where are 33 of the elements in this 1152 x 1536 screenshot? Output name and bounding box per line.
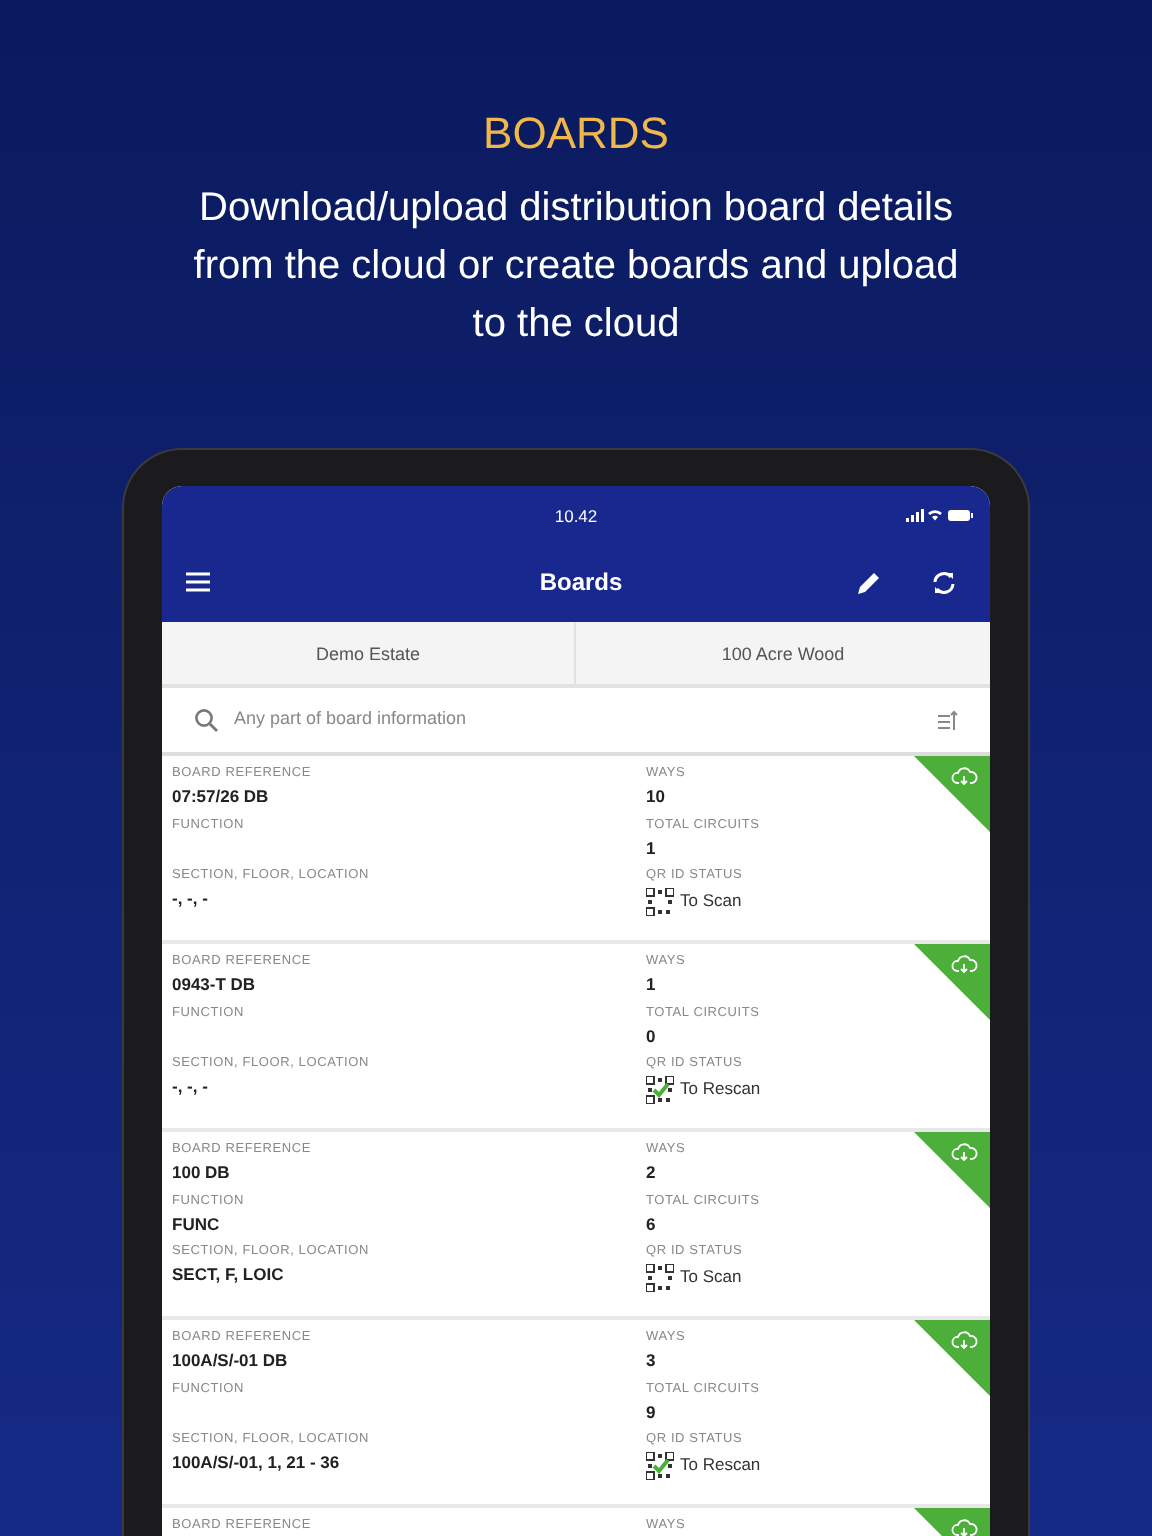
location-tab[interactable]: 100 Acre Wood	[576, 622, 990, 684]
field-value: 10	[646, 784, 667, 810]
field-value: 100A/S/-01, 1, 21 - 36	[172, 1450, 342, 1476]
field-value: 6	[646, 1211, 658, 1237]
edit-icon[interactable]	[856, 569, 882, 595]
field-value: FUNC	[172, 1211, 222, 1237]
menu-icon[interactable]	[186, 572, 210, 592]
field-value: 3	[646, 1348, 658, 1374]
field-value: 9	[646, 1399, 658, 1425]
qr-status-text: To Rescan	[680, 1452, 761, 1478]
qr-status-text: To Scan	[680, 888, 742, 914]
field-value: 100 DB	[172, 1160, 232, 1186]
status-icons	[906, 508, 974, 522]
field-value: 1	[646, 972, 658, 998]
search-icon	[194, 708, 218, 732]
sync-icon[interactable]	[930, 569, 958, 595]
field-value: 0943-T DB	[172, 972, 258, 998]
field-value: 100A/S/-01 DB	[172, 1348, 290, 1374]
field-value: SECT, F, LOIC	[172, 1262, 286, 1288]
qr-status-text: To Rescan	[680, 1076, 761, 1102]
promo-title: BOARDS	[481, 108, 671, 160]
field-value: -, -, -	[172, 1074, 210, 1100]
field-value: 1	[646, 835, 658, 861]
nav-title: Boards	[537, 566, 625, 600]
sort-icon[interactable]	[936, 709, 958, 731]
field-value: 0	[646, 1023, 658, 1049]
location-tab[interactable]: Demo Estate	[162, 622, 576, 684]
status-time: 10.42	[554, 504, 598, 530]
field-value: 2	[646, 1160, 658, 1186]
promo-subtitle: Download/upload distribution board details from the cloud or create boards and upload to the cloud	[191, 184, 961, 350]
field-value: 07:57/26 DB	[172, 784, 271, 810]
field-value: -, -, -	[172, 886, 210, 912]
qr-status-text: To Scan	[680, 1264, 742, 1290]
